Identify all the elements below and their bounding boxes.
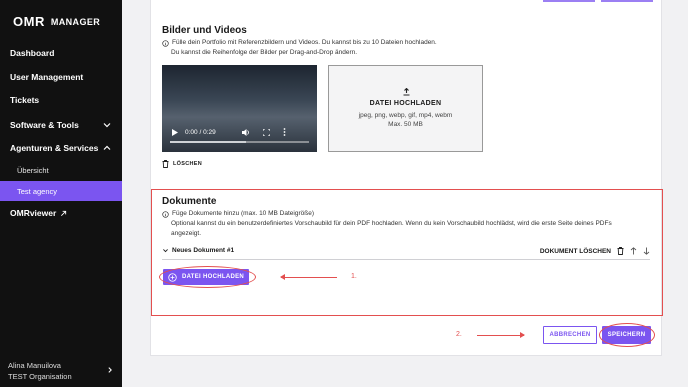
top-button-right[interactable] xyxy=(601,0,653,2)
video-progress-bar[interactable] xyxy=(170,141,309,143)
sidebar-item-label: OMRviewer xyxy=(10,208,57,218)
fullscreen-icon[interactable] xyxy=(262,128,270,136)
info-icon xyxy=(162,210,169,218)
sidebar-item-label: User Management xyxy=(10,72,84,82)
main-panel: Bilder und Videos Fülle dein Portfolio m… xyxy=(150,0,663,356)
sidebar-item-label: Tickets xyxy=(10,95,40,105)
trash-icon xyxy=(162,160,169,168)
sidebar: OMR MANAGER Dashboard User Management Ti… xyxy=(0,0,122,387)
media-section-title: Bilder und Videos xyxy=(162,25,247,36)
upload-icon xyxy=(403,88,410,96)
trash-icon[interactable] xyxy=(617,247,624,255)
media-upload-title: DATEI HOCHLADEN xyxy=(369,100,442,107)
documents-hint: Füge Dokumente hinzu (max. 10 MB Dateigr… xyxy=(162,209,642,239)
annotation-ellipse-save xyxy=(599,323,655,347)
sidebar-item-user-management[interactable]: User Management xyxy=(10,69,112,85)
logo[interactable]: OMR MANAGER xyxy=(13,14,100,29)
sidebar-item-software-tools[interactable]: Software & Tools xyxy=(10,117,112,133)
media-upload-types: jpeg, png, webp, gif, mp4, webm xyxy=(358,112,453,119)
sidebar-item-label: Übersicht xyxy=(17,165,49,175)
annotation-arrow-left xyxy=(280,274,337,280)
sidebar-item-label: Dashboard xyxy=(10,48,55,58)
delete-media-label: LÖSCHEN xyxy=(173,161,202,167)
document-row: Neues Dokument #1 DOKUMENT LÖSCHEN xyxy=(162,245,650,260)
arrow-down-icon[interactable] xyxy=(643,247,650,255)
sidebar-item-omrviewer[interactable]: OMRviewer xyxy=(10,205,112,221)
user-menu[interactable]: Alina Manuilova TEST Organisation xyxy=(8,360,114,382)
video-player[interactable]: 0:00 / 0:29 xyxy=(162,65,317,152)
media-upload-dropzone[interactable]: DATEI HOCHLADEN jpeg, png, webp, gif, mp… xyxy=(328,65,483,152)
document-title: Neues Dokument #1 xyxy=(172,247,235,254)
top-button-left[interactable] xyxy=(543,0,595,2)
sidebar-item-dashboard[interactable]: Dashboard xyxy=(10,45,112,61)
delete-media-button[interactable]: LÖSCHEN xyxy=(162,160,202,168)
cancel-button[interactable]: ABBRECHEN xyxy=(543,326,597,344)
chevron-up-icon xyxy=(103,145,111,150)
video-buffered xyxy=(170,141,247,143)
top-actions xyxy=(543,0,653,2)
sidebar-item-label: Software & Tools xyxy=(10,120,79,130)
info-icon xyxy=(162,39,169,47)
document-toggle[interactable]: Neues Dokument #1 xyxy=(162,247,234,254)
sidebar-subitem-uebersicht[interactable]: Übersicht xyxy=(0,160,122,180)
external-link-icon xyxy=(61,210,67,216)
user-organisation: TEST Organisation xyxy=(8,372,72,381)
sidebar-item-label: Test agency xyxy=(17,186,58,196)
chevron-down-icon xyxy=(103,123,111,128)
more-options-icon[interactable] xyxy=(283,128,286,136)
media-hint-line1: Fülle dein Portfolio mit Referenzbildern… xyxy=(172,39,437,46)
sidebar-subitem-test-agency[interactable]: Test agency xyxy=(0,181,122,201)
media-hint-line2: Du kannst die Reihenfolge der Bilder per… xyxy=(171,49,358,56)
documents-hint-line1: Füge Dokumente hinzu (max. 10 MB Dateigr… xyxy=(172,210,314,217)
omr-logo: OMR xyxy=(13,14,45,29)
document-row-actions: DOKUMENT LÖSCHEN xyxy=(540,247,650,255)
chevron-right-icon xyxy=(108,367,112,373)
annotation-arrow-right xyxy=(477,332,525,338)
logo-product: MANAGER xyxy=(50,16,101,27)
sidebar-item-label: Agenturen & Services xyxy=(10,143,99,153)
annotation-step-1: 1. xyxy=(351,273,357,280)
video-time: 0:00 / 0:29 xyxy=(185,128,216,136)
annotation-ellipse-upload xyxy=(159,266,256,288)
delete-document-button[interactable]: DOKUMENT LÖSCHEN xyxy=(540,248,611,255)
user-name: Alina Manuilova xyxy=(8,361,61,370)
volume-icon[interactable] xyxy=(241,128,250,136)
play-icon[interactable] xyxy=(172,128,178,136)
video-controls: 0:00 / 0:29 xyxy=(162,126,317,138)
annotation-step-2: 2. xyxy=(456,331,462,338)
sidebar-item-agenturen-services[interactable]: Agenturen & Services xyxy=(10,140,112,156)
documents-section-title: Dokumente xyxy=(162,196,217,207)
media-hint: Fülle dein Portfolio mit Referenzbildern… xyxy=(162,38,602,58)
documents-hint-line2: Optional kannst du ein benutzerdefiniert… xyxy=(171,220,612,237)
media-upload-max: Max. 50 MB xyxy=(388,121,423,128)
sidebar-item-tickets[interactable]: Tickets xyxy=(10,92,112,108)
chevron-down-icon xyxy=(163,249,168,253)
arrow-up-icon[interactable] xyxy=(630,247,637,255)
